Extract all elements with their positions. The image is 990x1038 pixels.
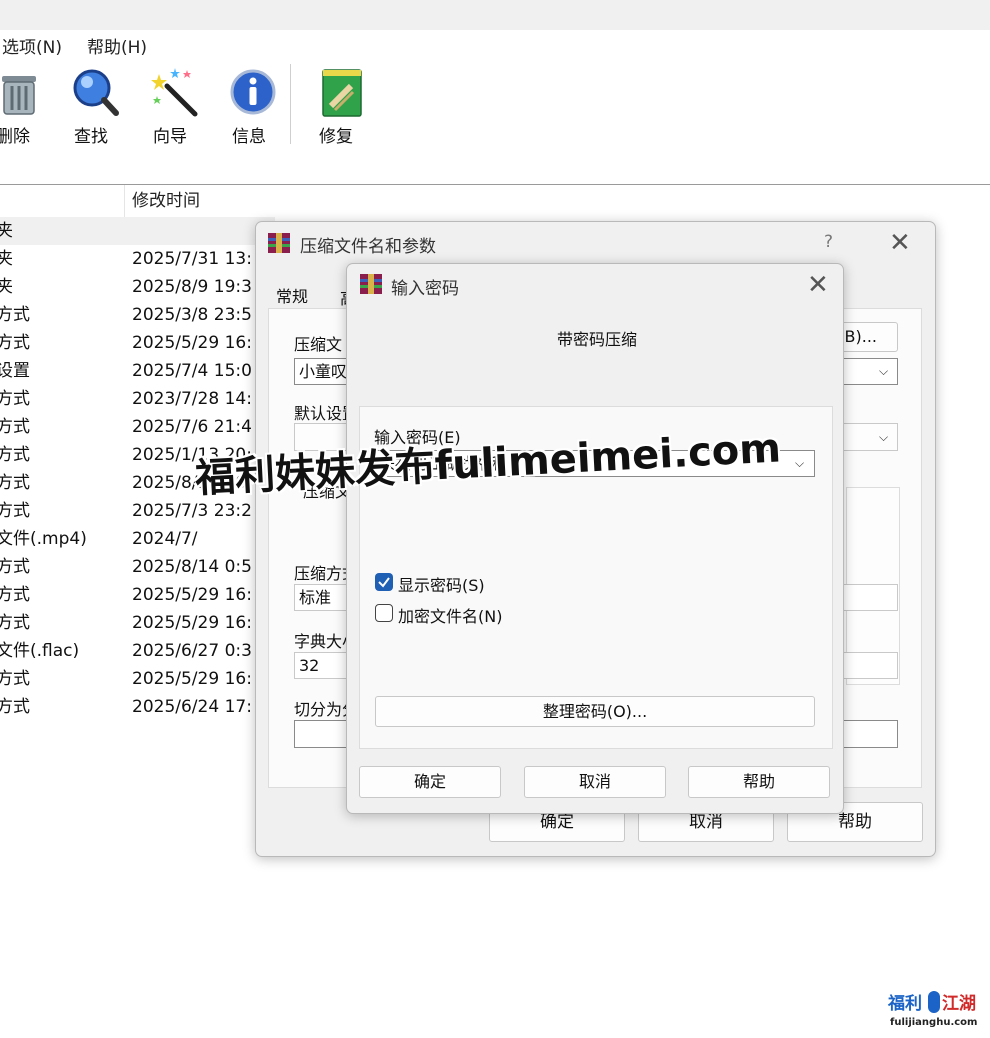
delete-button[interactable]: 删除 — [0, 64, 48, 148]
menu-options[interactable]: 选项(N) — [2, 33, 62, 58]
modified-cell: 2025/6/24 17: — [132, 697, 252, 717]
file-type-cell: 方式 — [0, 389, 30, 409]
file-type-cell: 夹 — [0, 249, 13, 269]
modified-cell: 2025/8/14 0:5 — [132, 557, 252, 577]
modified-cell: 2025/7/6 21:4 — [132, 417, 252, 437]
encrypt-names-label[interactable]: 加密文件名(N) — [398, 603, 502, 627]
chevron-down-icon[interactable]: ⌵ — [795, 456, 804, 471]
column-header-type[interactable] — [0, 185, 125, 217]
repair-button[interactable]: 修复 — [301, 64, 371, 148]
file-type-cell: 方式 — [0, 417, 30, 437]
chevron-down-icon[interactable]: ⌵ — [879, 430, 888, 445]
svg-text:福利: 福利 — [887, 993, 922, 1014]
modified-cell: 2025/5/29 16: — [132, 585, 252, 605]
svg-text:fulijianghu.com: fulijianghu.com — [890, 1017, 977, 1028]
file-type-cell: 方式 — [0, 697, 30, 717]
wizard-label: 向导 — [153, 127, 187, 147]
file-type-cell: 方式 — [0, 501, 30, 521]
chevron-down-icon[interactable]: ⌵ — [879, 364, 888, 379]
find-button[interactable]: 查找 — [56, 64, 126, 148]
modified-cell: 2025/7/31 13: — [132, 249, 252, 269]
window-titlebar — [0, 0, 990, 30]
modified-cell: 2025/6/27 0:3 — [132, 641, 252, 661]
tab-general[interactable]: 常规 — [276, 283, 308, 307]
info-button[interactable]: 信息 — [214, 64, 284, 148]
info-icon — [230, 69, 276, 115]
encrypt-names-checkbox[interactable] — [375, 604, 393, 622]
password-help-button[interactable]: 帮助 — [688, 766, 830, 798]
password-cancel-button[interactable]: 取消 — [524, 766, 666, 798]
show-password-label[interactable]: 显示密码(S) — [398, 572, 485, 596]
magic-wand-icon — [151, 68, 198, 117]
password-heading: 带密码压缩 — [557, 330, 638, 349]
file-type-cell: 方式 — [0, 473, 30, 493]
modified-cell: 2023/7/28 14: — [132, 389, 252, 409]
menu-bar: 选项(N) 帮助(H) — [0, 30, 990, 58]
modified-cell: 2025/5/29 16: — [132, 333, 252, 353]
column-header-modified[interactable]: 修改时间 — [132, 185, 200, 217]
corner-logo: 福利 江湖 fulijianghu.com — [884, 985, 984, 1031]
password-dialog: 输入密码 ✕ 带密码压缩 输入密码(E) 来福利江湖找福利 ⌵ 显示密码(S) … — [346, 263, 844, 814]
modified-cell: 2025/3/8 23:5 — [132, 305, 252, 325]
archive-dialog-title: 压缩文件名和参数 — [300, 237, 436, 257]
info-label: 信息 — [232, 127, 266, 147]
modified-cell: 2025/5/29 16: — [132, 669, 252, 689]
file-type-cell: 方式 — [0, 333, 30, 353]
file-type-cell: 方式 — [0, 613, 30, 633]
organize-passwords-button[interactable]: 整理密码(O)... — [375, 696, 815, 727]
winrar-icon — [268, 233, 290, 253]
svg-text:江湖: 江湖 — [942, 994, 976, 1014]
toolbar-separator — [290, 64, 291, 144]
file-type-cell: 方式 — [0, 585, 30, 605]
logo-image: 福利 江湖 fulijianghu.com — [887, 991, 977, 1028]
file-type-cell: 方式 — [0, 669, 30, 689]
modified-cell: 2025/8/9 19:3 — [132, 277, 252, 297]
winrar-icon — [360, 274, 382, 294]
toolbar: 删除 查找 向导 信息 修复 — [0, 58, 990, 153]
show-password-checkbox[interactable] — [375, 573, 393, 591]
modified-cell: 2025/7/4 15:0 — [132, 361, 252, 381]
file-type-cell: 夹 — [0, 221, 13, 241]
file-type-cell: 夹 — [0, 277, 13, 297]
file-type-cell: 方式 — [0, 445, 30, 465]
close-icon[interactable]: ✕ — [807, 272, 829, 298]
modified-cell: 2024/7/ — [132, 529, 198, 549]
password-dialog-title: 输入密码 — [391, 279, 459, 299]
archive-name-label: 压缩文 — [294, 335, 343, 354]
repair-icon — [322, 69, 362, 117]
close-icon[interactable]: ✕ — [889, 230, 911, 256]
menu-help[interactable]: 帮助(H) — [87, 33, 147, 58]
find-label: 查找 — [74, 127, 108, 147]
checkmark-icon — [378, 577, 390, 588]
modified-cell: 2025/5/29 16: — [132, 613, 252, 633]
wizard-button[interactable]: 向导 — [135, 64, 205, 148]
file-type-cell: 方式 — [0, 305, 30, 325]
address-bar[interactable] — [0, 152, 990, 185]
password-ok-button[interactable]: 确定 — [359, 766, 501, 798]
file-type-cell: 文件(.flac) — [0, 641, 80, 661]
file-type-cell: 设置 — [0, 361, 30, 381]
repair-label: 修复 — [319, 127, 353, 147]
delete-label: 删除 — [0, 127, 30, 147]
file-type-cell: 方式 — [0, 557, 30, 577]
trash-icon — [2, 76, 36, 115]
table-row[interactable]: 夹 — [0, 217, 275, 245]
help-question-icon[interactable]: ? — [824, 232, 833, 252]
file-type-cell: 文件(.mp4) — [0, 529, 87, 549]
magnifier-icon — [73, 69, 119, 116]
